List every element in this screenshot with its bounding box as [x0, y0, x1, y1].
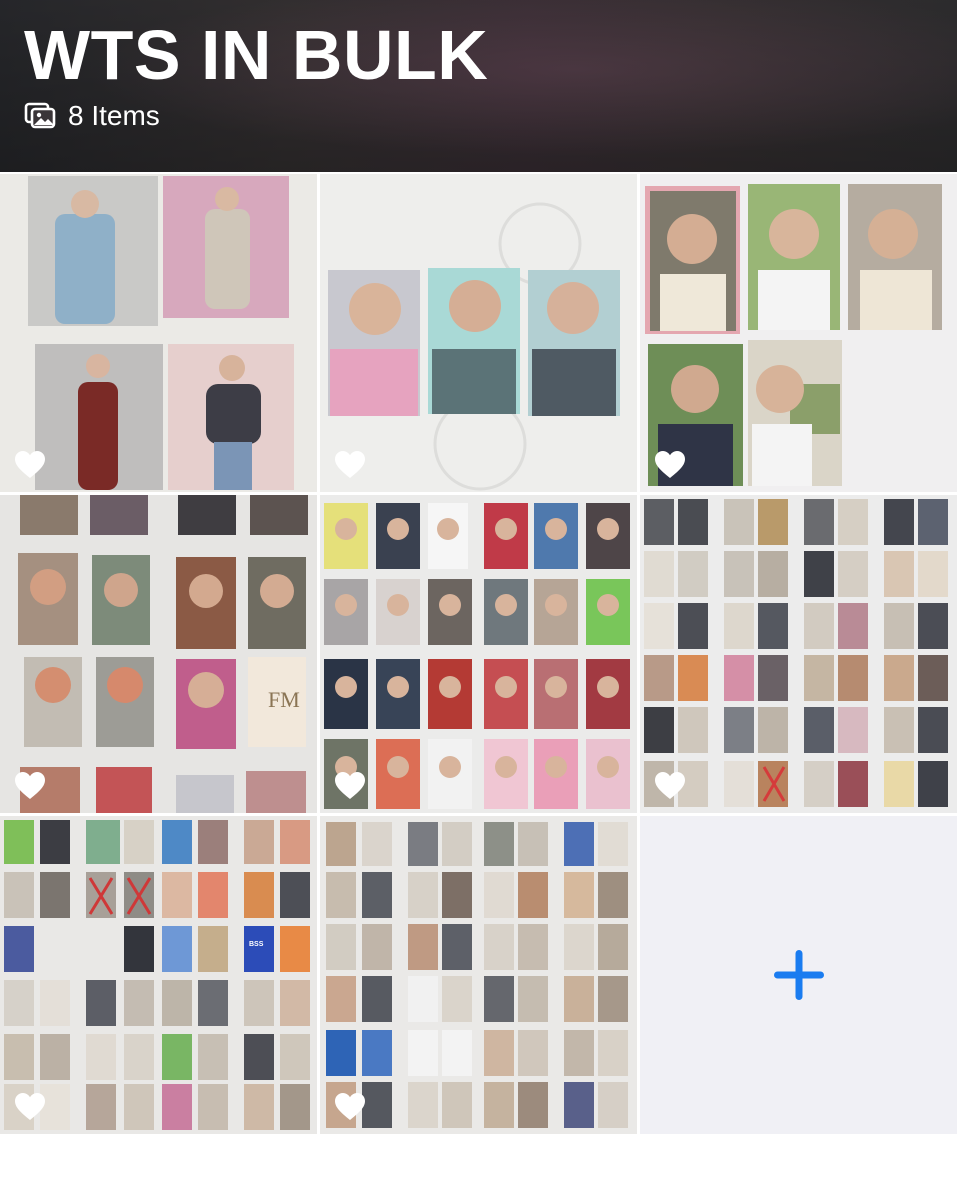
photo-thumbnail: [640, 174, 957, 492]
heart-icon[interactable]: [654, 771, 686, 801]
photo-tile-6[interactable]: [640, 495, 957, 813]
add-photo-button[interactable]: [640, 816, 957, 1134]
photo-thumbnail: BSS: [0, 816, 317, 1134]
photo-stack-icon: [24, 102, 56, 129]
photo-grid: FM BSS: [0, 174, 957, 1134]
svg-text:FM: FM: [268, 687, 300, 712]
photo-thumbnail: [640, 495, 957, 813]
heart-icon[interactable]: [654, 450, 686, 480]
photo-tile-5[interactable]: [320, 495, 637, 813]
heart-icon[interactable]: [14, 771, 46, 801]
photo-thumbnail: [320, 174, 637, 492]
album-header: WTS IN BULK 8 Items: [0, 0, 957, 172]
photo-tile-4[interactable]: FM: [0, 495, 317, 813]
photo-tile-3[interactable]: [640, 174, 957, 492]
plus-icon: [773, 950, 824, 1000]
item-count: 8 Items: [68, 100, 160, 131]
heart-icon[interactable]: [334, 771, 366, 801]
photo-thumbnail: [320, 495, 637, 813]
item-count-row: 8 Items: [24, 98, 160, 134]
photo-thumbnail: [320, 816, 637, 1134]
heart-icon[interactable]: [14, 450, 46, 480]
photo-tile-8[interactable]: [320, 816, 637, 1134]
photo-tile-7[interactable]: BSS: [0, 816, 317, 1134]
photo-tile-1[interactable]: [0, 174, 317, 492]
heart-icon[interactable]: [14, 1092, 46, 1122]
svg-text:BSS: BSS: [249, 941, 264, 948]
photo-thumbnail: FM: [0, 495, 317, 813]
album-title: WTS IN BULK: [24, 16, 489, 94]
heart-icon[interactable]: [334, 450, 366, 480]
photo-tile-2[interactable]: [320, 174, 637, 492]
photo-thumbnail: [0, 174, 317, 492]
heart-icon[interactable]: [334, 1092, 366, 1122]
